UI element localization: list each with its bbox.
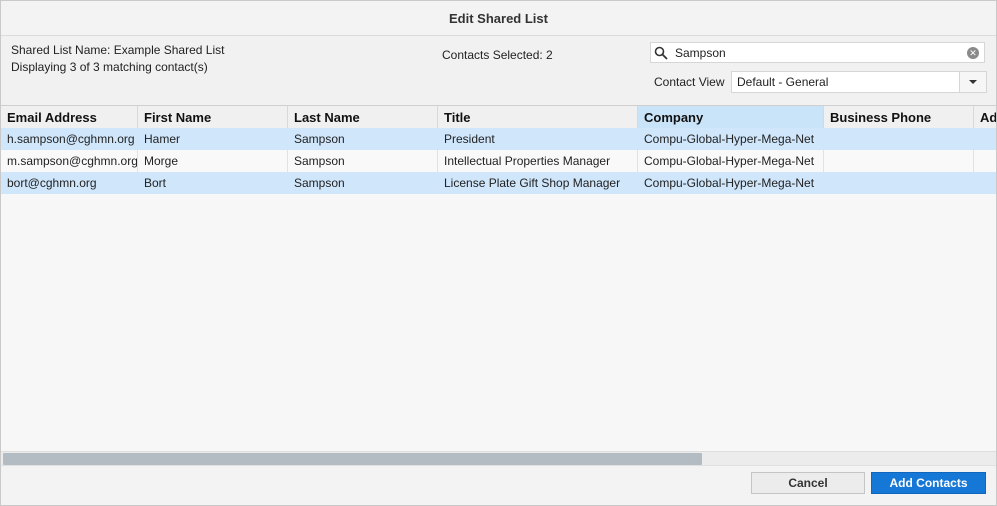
- cell-email: h.sampson@cghmn.org: [1, 128, 138, 150]
- cell-last-name: Sampson: [288, 150, 438, 172]
- cell-title: President: [438, 128, 638, 150]
- cancel-button[interactable]: Cancel: [751, 472, 865, 494]
- contact-view-select[interactable]: Default - General: [731, 71, 987, 93]
- cell-address: [974, 172, 996, 194]
- cell-last-name: Sampson: [288, 172, 438, 194]
- dialog-titlebar: Edit Shared List: [1, 1, 996, 36]
- contacts-selected-count: Contacts Selected: 2: [442, 48, 553, 62]
- cell-address: [974, 150, 996, 172]
- search-box[interactable]: ✕: [650, 42, 985, 63]
- contacts-table: Email Address First Name Last Name Title…: [1, 105, 996, 454]
- cell-email: bort@cghmn.org: [1, 172, 138, 194]
- displaying-count: Displaying 3 of 3 matching contact(s): [11, 60, 208, 74]
- dialog-footer: Cancel Add Contacts: [1, 465, 996, 505]
- cell-first-name: Hamer: [138, 128, 288, 150]
- contact-view-label: Contact View: [654, 75, 725, 89]
- cell-title: Intellectual Properties Manager: [438, 150, 638, 172]
- table-row[interactable]: h.sampson@cghmn.org Hamer Sampson Presid…: [1, 128, 996, 150]
- contact-view-value: Default - General: [737, 75, 829, 89]
- cell-title: License Plate Gift Shop Manager: [438, 172, 638, 194]
- cell-address: [974, 128, 996, 150]
- column-header-address[interactable]: Ad: [974, 106, 996, 128]
- cell-business-phone: [824, 128, 974, 150]
- table-header: Email Address First Name Last Name Title…: [1, 106, 996, 129]
- cell-business-phone: [824, 150, 974, 172]
- cell-company: Compu-Global-Hyper-Mega-Net: [638, 172, 824, 194]
- search-icon: [654, 46, 668, 60]
- clear-icon[interactable]: ✕: [967, 47, 979, 59]
- list-info: Shared List Name: Example Shared List Di…: [11, 42, 224, 76]
- shared-list-name: Shared List Name: Example Shared List: [11, 43, 225, 57]
- column-header-first-name[interactable]: First Name: [138, 106, 288, 128]
- scrollbar-thumb[interactable]: [3, 453, 702, 465]
- cell-business-phone: [824, 172, 974, 194]
- cell-email: m.sampson@cghmn.org: [1, 150, 138, 172]
- table-row[interactable]: m.sampson@cghmn.org Morge Sampson Intell…: [1, 150, 996, 172]
- cell-last-name: Sampson: [288, 128, 438, 150]
- table-row[interactable]: bort@cghmn.org Bort Sampson License Plat…: [1, 172, 996, 194]
- cell-first-name: Morge: [138, 150, 288, 172]
- chevron-down-icon[interactable]: [959, 72, 986, 92]
- column-header-business-phone[interactable]: Business Phone: [824, 106, 974, 128]
- cell-company: Compu-Global-Hyper-Mega-Net: [638, 128, 824, 150]
- column-header-company[interactable]: Company: [638, 106, 824, 128]
- cell-first-name: Bort: [138, 172, 288, 194]
- column-header-email[interactable]: Email Address: [1, 106, 138, 128]
- add-contacts-button[interactable]: Add Contacts: [871, 472, 986, 494]
- column-header-last-name[interactable]: Last Name: [288, 106, 438, 128]
- cell-company: Compu-Global-Hyper-Mega-Net: [638, 150, 824, 172]
- dialog-title: Edit Shared List: [449, 10, 548, 26]
- horizontal-scrollbar[interactable]: [1, 451, 996, 466]
- column-header-title[interactable]: Title: [438, 106, 638, 128]
- search-input[interactable]: [675, 45, 955, 60]
- edit-shared-list-dialog: Edit Shared List Shared List Name: Examp…: [0, 0, 997, 506]
